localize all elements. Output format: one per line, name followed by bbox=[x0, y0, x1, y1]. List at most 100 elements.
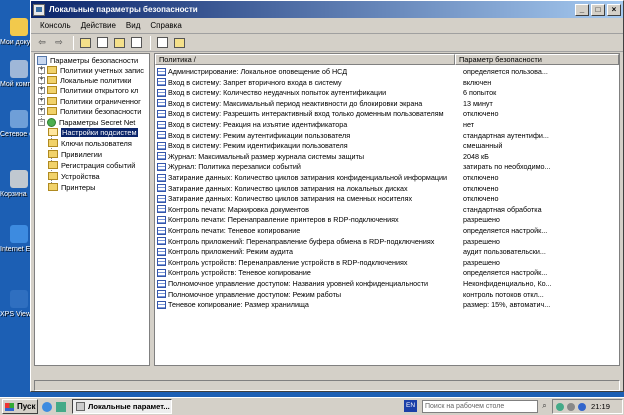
policy-value: отключено bbox=[463, 194, 499, 204]
table-row[interactable]: Вход в систему: Реакция на изъятие идент… bbox=[155, 120, 619, 129]
table-row[interactable]: Полномочное управление доступом: Режим р… bbox=[155, 290, 619, 299]
desktop-icon[interactable]: Мои документы bbox=[0, 18, 34, 47]
table-row[interactable]: Теневое копирование: Размер хранилища раз… bbox=[155, 300, 619, 309]
table-row[interactable]: Контроль печати: Перенаправление принтер… bbox=[155, 215, 619, 224]
table-row[interactable]: Вход в систему: Режим идентификации поль… bbox=[155, 141, 619, 150]
policy-icon bbox=[157, 131, 166, 140]
taskbar-window-button[interactable]: Локальные парамет... bbox=[72, 399, 172, 414]
folder-icon bbox=[47, 66, 57, 74]
properties-icon[interactable] bbox=[172, 36, 186, 50]
table-row[interactable]: Контроль печати: Маркировка документов ст… bbox=[155, 205, 619, 214]
tree-node-public-key-policies[interactable]: + Политики открытого кл bbox=[38, 85, 138, 95]
table-row[interactable]: Журнал: Политика перезаписи событий затир… bbox=[155, 162, 619, 171]
tree-node-account-policies[interactable]: + Политики учетных запис bbox=[38, 65, 144, 75]
table-row[interactable]: Контроль устройств: Теневое копирование о… bbox=[155, 268, 619, 277]
tree-node-subsystem-settings[interactable]: Настройки подсистем bbox=[48, 127, 138, 137]
policy-name: Затирание данных: Количество циклов зати… bbox=[168, 183, 408, 193]
back-icon[interactable]: ⇦ bbox=[35, 36, 49, 50]
desktop-quicklaunch-icon[interactable] bbox=[56, 401, 66, 412]
tree-node-restriction-policies[interactable]: + Политики ограниченног bbox=[38, 96, 141, 106]
maximize-button[interactable]: □ bbox=[591, 3, 605, 16]
tree-node-user-keys[interactable]: Ключи пользователя bbox=[48, 138, 132, 148]
policy-value: определяется настройк... bbox=[463, 268, 548, 278]
policy-name: Администрирование: Локальное оповещение … bbox=[168, 67, 348, 76]
expand-icon[interactable]: + bbox=[38, 86, 45, 94]
main-window: Локальные параметры безопасности _ □ × К… bbox=[30, 0, 624, 392]
minimize-button[interactable]: _ bbox=[575, 3, 589, 16]
tree-node-secret-net[interactable]: − Параметры Secret Net bbox=[38, 117, 135, 127]
refresh-icon[interactable] bbox=[155, 36, 169, 50]
policy-icon bbox=[157, 258, 166, 267]
security-settings-icon bbox=[37, 55, 47, 65]
close-button[interactable]: × bbox=[607, 3, 621, 16]
desktop-icon[interactable]: Корзина bbox=[0, 170, 34, 199]
horizontal-scrollbar[interactable] bbox=[34, 367, 620, 379]
desktop-icon[interactable]: Мой компьютер bbox=[0, 60, 34, 89]
toolbar: ⇦ ⇨ bbox=[31, 34, 623, 52]
table-row[interactable]: Вход в систему: Режим аутентификации пол… bbox=[155, 131, 619, 140]
desktop-search-input[interactable]: Поиск на рабочем столе bbox=[422, 400, 538, 413]
table-row[interactable]: Журнал: Максимальный размер журнала сист… bbox=[155, 152, 619, 161]
column-header-value[interactable]: Параметр безопасности bbox=[455, 54, 619, 65]
export-list-icon[interactable] bbox=[112, 36, 126, 50]
forward-icon[interactable]: ⇨ bbox=[52, 36, 66, 50]
policy-icon bbox=[157, 226, 166, 235]
tree-node-ipsec-policies[interactable]: + Политики безопасности bbox=[38, 106, 141, 116]
tree-node-printers[interactable]: Принтеры bbox=[48, 182, 95, 192]
network-tray-icon[interactable] bbox=[567, 402, 575, 411]
folder-icon bbox=[48, 128, 58, 136]
help-icon[interactable] bbox=[129, 36, 143, 50]
tree-root[interactable]: Параметры безопасности bbox=[37, 55, 138, 65]
security-tray-icon[interactable] bbox=[556, 402, 564, 411]
policy-value: отключено bbox=[463, 183, 499, 193]
show-hide-tree-icon[interactable] bbox=[95, 36, 109, 50]
menu-console[interactable]: Консоль bbox=[35, 21, 76, 30]
table-row[interactable]: Затирание данных: Количество циклов зати… bbox=[155, 194, 619, 203]
table-row[interactable]: Вход в систему: Запрет вторичного входа … bbox=[155, 78, 619, 87]
tree-node-local-policies[interactable]: + Локальные политики bbox=[38, 75, 131, 85]
ie-quicklaunch-icon[interactable] bbox=[42, 401, 52, 412]
search-icon[interactable]: ⌕ bbox=[540, 401, 549, 411]
menu-view[interactable]: Вид bbox=[121, 21, 145, 30]
menu-action[interactable]: Действие bbox=[76, 21, 121, 30]
table-row[interactable]: Вход в систему: Максимальный период неак… bbox=[155, 99, 619, 108]
policy-value: нет bbox=[463, 120, 475, 129]
policy-name: Журнал: Максимальный размер журнала сист… bbox=[168, 151, 365, 161]
table-row[interactable]: Контроль приложений: Режим аудита аудит п… bbox=[155, 247, 619, 256]
tree-node-devices[interactable]: Устройства bbox=[48, 171, 100, 181]
policy-name: Вход в систему: Разрешить интерактивный … bbox=[168, 109, 444, 119]
tree-node-privileges[interactable]: Привилегии bbox=[48, 149, 102, 159]
column-header-policy[interactable]: Политика / bbox=[155, 54, 455, 65]
content-area: Параметры безопасности + Политики учетны… bbox=[34, 53, 620, 366]
table-row[interactable]: Полномочное управление доступом: Названи… bbox=[155, 279, 619, 288]
table-row[interactable]: Вход в систему: Количество неудачных поп… bbox=[155, 88, 619, 97]
expand-icon[interactable]: + bbox=[38, 97, 45, 105]
policy-icon bbox=[157, 141, 166, 150]
taskbar: Пуск Локальные парамет... EN Поиск на ра… bbox=[0, 397, 624, 415]
desktop-icon[interactable]: Сетевое окружение bbox=[0, 110, 34, 139]
start-button[interactable]: Пуск bbox=[2, 399, 38, 414]
desktop-icon-label: Корзина bbox=[0, 191, 27, 198]
up-folder-icon[interactable] bbox=[78, 36, 92, 50]
table-row[interactable]: Контроль устройств: Перенаправление устр… bbox=[155, 258, 619, 267]
table-row[interactable]: Контроль печати: Теневое копирование опре… bbox=[155, 226, 619, 235]
collapse-icon[interactable]: − bbox=[38, 118, 45, 126]
table-row[interactable]: Администрирование: Локальное оповещение … bbox=[155, 67, 619, 76]
table-row[interactable]: Затирание данных: Количество циклов зати… bbox=[155, 184, 619, 193]
table-row[interactable]: Вход в систему: Разрешить интерактивный … bbox=[155, 109, 619, 118]
table-row[interactable]: Контроль приложений: Перенаправление буф… bbox=[155, 237, 619, 246]
title-bar[interactable]: Локальные параметры безопасности _ □ × bbox=[31, 1, 623, 18]
policy-icon bbox=[157, 173, 166, 182]
menu-help[interactable]: Справка bbox=[145, 21, 186, 30]
volume-tray-icon[interactable] bbox=[578, 402, 586, 411]
desktop-icon[interactable]: Internet Explorer bbox=[0, 225, 34, 254]
expand-icon[interactable]: + bbox=[38, 66, 45, 74]
expand-icon[interactable]: + bbox=[38, 107, 45, 115]
tree-node-event-logging[interactable]: Регистрация событий bbox=[48, 160, 135, 170]
policy-name: Вход в систему: Режим аутентификации пол… bbox=[168, 130, 351, 140]
expand-icon[interactable]: + bbox=[38, 76, 45, 84]
policy-name: Вход в систему: Реакция на изъятие идент… bbox=[168, 120, 348, 129]
language-indicator[interactable]: EN bbox=[404, 400, 417, 412]
table-row[interactable]: Затирание данных: Количество циклов зати… bbox=[155, 173, 619, 182]
desktop-icon[interactable]: XPS Viewer bbox=[0, 290, 34, 319]
